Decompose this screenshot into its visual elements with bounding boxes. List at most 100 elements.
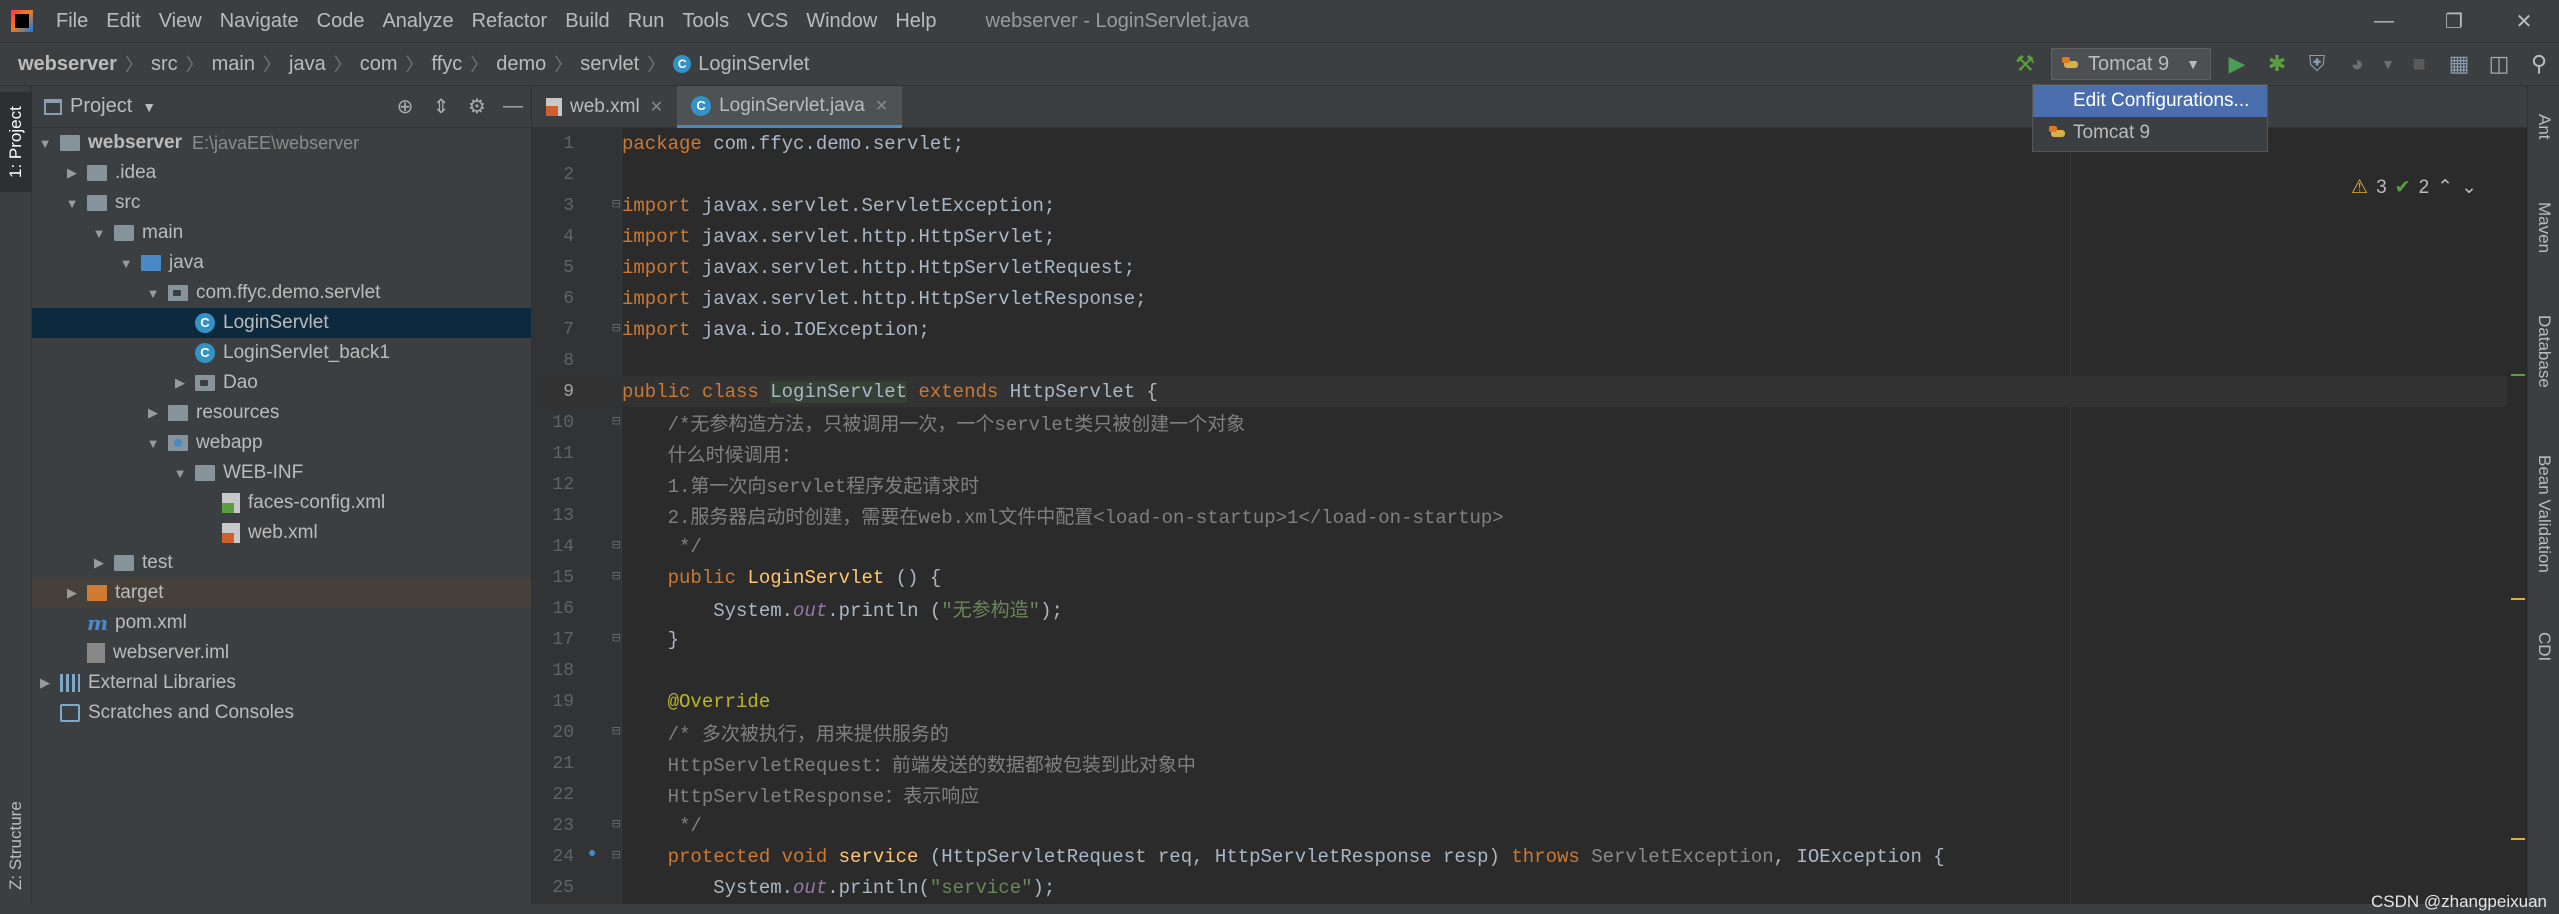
- collapse-arrow-icon[interactable]: ▶: [36, 675, 54, 691]
- tree-item-faces-config[interactable]: faces-config.xml: [32, 488, 531, 518]
- tree-item-web-xml[interactable]: web.xml: [32, 518, 531, 548]
- menu-refactor[interactable]: Refactor: [463, 0, 557, 42]
- breadcrumb-servlet[interactable]: servlet: [580, 53, 639, 76]
- fold-marker-icon[interactable]: ⊟: [582, 717, 622, 748]
- locate-target-icon[interactable]: ⊕: [387, 89, 423, 125]
- expand-arrow-icon[interactable]: ▼: [117, 256, 135, 271]
- tree-item-package[interactable]: ▼ com.ffyc.demo.servlet: [32, 278, 531, 308]
- expand-arrow-icon[interactable]: ▼: [36, 136, 54, 151]
- breadcrumb-main[interactable]: main: [212, 53, 255, 76]
- menu-view[interactable]: View: [150, 0, 211, 42]
- edit-configurations-item[interactable]: Edit Configurations...: [2033, 85, 2267, 117]
- tree-item-main[interactable]: ▼ main: [32, 218, 531, 248]
- close-tab-icon[interactable]: ✕: [875, 96, 888, 116]
- fold-marker-icon[interactable]: ⊟: [582, 407, 622, 438]
- presentation-mode-icon[interactable]: ◫: [2481, 46, 2517, 82]
- menu-file[interactable]: File: [47, 0, 97, 42]
- tree-item-idea[interactable]: ▶ .idea: [32, 158, 531, 188]
- collapse-arrow-icon[interactable]: ▶: [63, 585, 81, 601]
- structure-tool-tab[interactable]: Z: Structure: [0, 786, 32, 906]
- breadcrumb-demo[interactable]: demo: [496, 53, 546, 76]
- tree-item-resources[interactable]: ▶ resources: [32, 398, 531, 428]
- stop-icon[interactable]: ■: [2401, 46, 2437, 82]
- build-hammer-icon[interactable]: ⚒: [2007, 46, 2043, 82]
- breadcrumb-src[interactable]: src: [151, 53, 178, 76]
- tree-label: main: [142, 222, 184, 243]
- tomcat-config-item[interactable]: Tomcat 9: [2033, 117, 2267, 149]
- tree-item-webapp[interactable]: ▼ webapp: [32, 428, 531, 458]
- tree-item-java[interactable]: ▼ java: [32, 248, 531, 278]
- menu-navigate[interactable]: Navigate: [211, 0, 308, 42]
- gear-icon[interactable]: ⚙: [459, 89, 495, 125]
- tree-item-src[interactable]: ▼ src: [32, 188, 531, 218]
- fold-marker-icon[interactable]: ⊟: [582, 810, 622, 841]
- expand-arrow-icon[interactable]: ▼: [63, 196, 81, 211]
- tab-loginservlet[interactable]: C LoginServlet.java ✕: [677, 86, 903, 128]
- menu-vcs[interactable]: VCS: [738, 0, 797, 42]
- expand-arrow-icon[interactable]: ▼: [144, 436, 162, 451]
- fold-marker-icon[interactable]: ⊟: [582, 562, 622, 593]
- fold-marker-icon[interactable]: ⊟: [582, 531, 622, 562]
- tree-item-target[interactable]: ▶ target: [32, 578, 531, 608]
- tree-item-test[interactable]: ▶ test: [32, 548, 531, 578]
- profile-icon[interactable]: ◕: [2339, 46, 2375, 82]
- close-tab-icon[interactable]: ✕: [650, 97, 663, 117]
- breadcrumb-loginservlet[interactable]: LoginServlet: [698, 53, 809, 76]
- tree-item-pom[interactable]: m pom.xml: [32, 608, 531, 638]
- search-icon[interactable]: ⚲: [2521, 46, 2557, 82]
- tree-item-webserver[interactable]: ▼ webserver E:\javaEE\webserver: [32, 128, 531, 158]
- run-configuration-selector[interactable]: Tomcat 9 ▼: [2051, 48, 2211, 80]
- minimize-icon[interactable]: —: [2349, 0, 2419, 42]
- collapse-all-icon[interactable]: ⇕: [423, 89, 459, 125]
- tree-item-iml[interactable]: webserver.iml: [32, 638, 531, 668]
- database-tool-tab[interactable]: Database: [2528, 286, 2559, 416]
- menu-window[interactable]: Window: [797, 0, 886, 42]
- override-marker-icon[interactable]: ● ⊟: [582, 841, 622, 872]
- menu-tools[interactable]: Tools: [673, 0, 738, 42]
- fold-marker-icon[interactable]: ⊟: [582, 190, 622, 221]
- menu-code[interactable]: Code: [308, 0, 374, 42]
- code-editor[interactable]: ⚠ 3 ✔ 2 ⌃ ⌄ 1 package com.ffyc.demo.servlet…: [532, 128, 2507, 914]
- tab-web-xml[interactable]: web.xml ✕: [532, 86, 677, 128]
- expand-arrow-icon[interactable]: ▼: [144, 286, 162, 301]
- profile-dropdown-chevron-icon[interactable]: ▼: [2379, 46, 2397, 82]
- bean-validation-tool-tab[interactable]: Bean Validation: [2528, 424, 2559, 604]
- maven-tool-tab[interactable]: Maven: [2528, 178, 2559, 278]
- fold-marker-icon[interactable]: ⊟: [582, 314, 622, 345]
- menu-help[interactable]: Help: [886, 0, 945, 42]
- tree-item-external-libraries[interactable]: ▶ External Libraries: [32, 668, 531, 698]
- breadcrumb-ffyc[interactable]: ffyc: [432, 53, 463, 76]
- breadcrumb-com[interactable]: com: [360, 53, 398, 76]
- expand-arrow-icon[interactable]: ▼: [171, 466, 189, 481]
- tree-item-scratches[interactable]: Scratches and Consoles: [32, 698, 531, 728]
- breadcrumb-project[interactable]: webserver: [18, 53, 117, 76]
- cdi-tool-tab[interactable]: CDI: [2528, 612, 2559, 682]
- ant-tool-tab[interactable]: Ant: [2528, 92, 2559, 162]
- coverage-shield-icon[interactable]: ⛨: [2299, 46, 2335, 82]
- menu-edit[interactable]: Edit: [97, 0, 149, 42]
- breadcrumb-java[interactable]: java: [289, 53, 326, 76]
- run-icon[interactable]: ▶: [2219, 46, 2255, 82]
- menu-run[interactable]: Run: [619, 0, 674, 42]
- fold-marker-icon[interactable]: ⊟: [582, 624, 622, 655]
- hide-panel-icon[interactable]: —: [495, 89, 531, 125]
- error-stripe-scrollbar[interactable]: [2507, 128, 2527, 914]
- menu-build[interactable]: Build: [556, 0, 618, 42]
- project-tool-tab[interactable]: 1: Project: [0, 92, 32, 192]
- project-structure-icon[interactable]: ▦: [2441, 46, 2477, 82]
- collapse-arrow-icon[interactable]: ▶: [63, 165, 81, 181]
- tree-item-loginservlet[interactable]: C LoginServlet: [32, 308, 531, 338]
- project-panel-title[interactable]: Project: [70, 95, 132, 118]
- collapse-arrow-icon[interactable]: ▶: [90, 555, 108, 571]
- tree-item-loginservlet-back1[interactable]: C LoginServlet_back1: [32, 338, 531, 368]
- tree-item-dao[interactable]: ▶ Dao: [32, 368, 531, 398]
- collapse-arrow-icon[interactable]: ▶: [144, 405, 162, 421]
- tree-item-web-inf[interactable]: ▼ WEB-INF: [32, 458, 531, 488]
- close-icon[interactable]: ✕: [2489, 0, 2559, 42]
- menu-analyze[interactable]: Analyze: [373, 0, 462, 42]
- restore-icon[interactable]: ❐: [2419, 0, 2489, 42]
- expand-arrow-icon[interactable]: ▼: [90, 226, 108, 241]
- chevron-down-icon[interactable]: ▼: [142, 99, 156, 115]
- debug-bug-icon[interactable]: ✱: [2259, 46, 2295, 82]
- collapse-arrow-icon[interactable]: ▶: [171, 375, 189, 391]
